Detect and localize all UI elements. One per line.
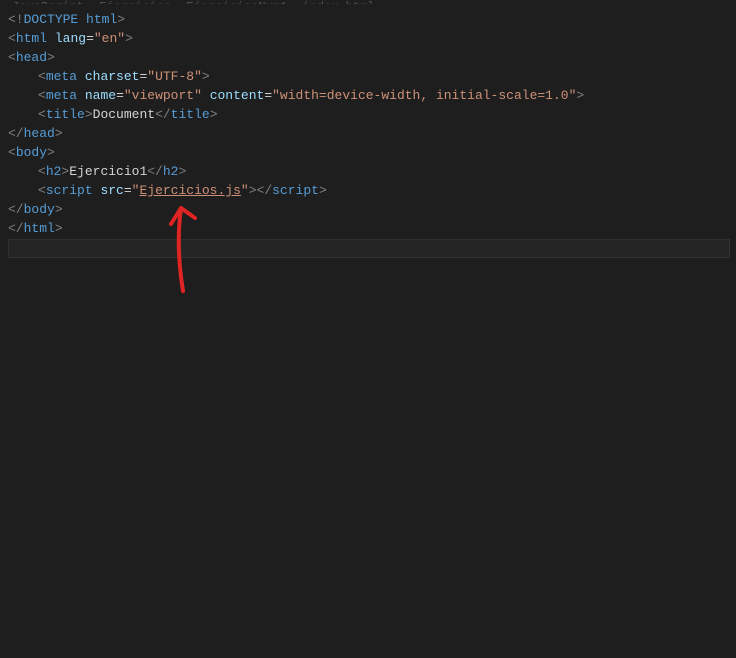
keyword: html bbox=[86, 12, 117, 27]
punct: < bbox=[38, 88, 46, 103]
tag: script bbox=[272, 183, 319, 198]
code-line[interactable]: </head> bbox=[8, 124, 736, 143]
code-line[interactable]: <html lang="en"> bbox=[8, 29, 736, 48]
code-line[interactable]: <meta charset="UTF-8"> bbox=[8, 67, 736, 86]
tag: html bbox=[24, 221, 55, 236]
eq: = bbox=[116, 88, 124, 103]
code-line[interactable]: </html> bbox=[8, 219, 736, 238]
code-line[interactable]: <body> bbox=[8, 143, 736, 162]
punct: < bbox=[38, 164, 46, 179]
punct: </ bbox=[8, 221, 24, 236]
code-line[interactable]: <title>Document</title> bbox=[8, 105, 736, 124]
punct: </ bbox=[147, 164, 163, 179]
attr: charset bbox=[85, 69, 140, 84]
tag: body bbox=[16, 145, 47, 160]
tag: head bbox=[24, 126, 55, 141]
attr: lang bbox=[55, 31, 86, 46]
punct: > bbox=[249, 183, 257, 198]
punct: < bbox=[38, 69, 46, 84]
tag: title bbox=[46, 107, 85, 122]
punct: > bbox=[202, 69, 210, 84]
string: "viewport" bbox=[124, 88, 202, 103]
space bbox=[78, 12, 86, 27]
tag: script bbox=[46, 183, 93, 198]
punct: > bbox=[319, 183, 327, 198]
string: "en" bbox=[94, 31, 125, 46]
attr: name bbox=[85, 88, 116, 103]
code-line[interactable]: <meta name="viewport" content="width=dev… bbox=[8, 86, 736, 105]
tag: body bbox=[24, 202, 55, 217]
breadcrumb-seg[interactable]: EjerciciosNum1 bbox=[186, 0, 287, 4]
code-line[interactable]: <!DOCTYPE html> bbox=[8, 10, 736, 29]
tag: html bbox=[16, 31, 47, 46]
punct: < bbox=[8, 31, 16, 46]
code-line[interactable]: <script src="Ejercicios.js"></script> bbox=[8, 181, 736, 200]
current-line-highlight[interactable] bbox=[8, 239, 730, 258]
text: Ejercicio1 bbox=[69, 164, 147, 179]
tag: h2 bbox=[163, 164, 179, 179]
punct: > bbox=[55, 221, 63, 236]
breadcrumb-seg[interactable]: Ejercicios bbox=[99, 0, 171, 4]
punct: > bbox=[117, 12, 125, 27]
punct: > bbox=[85, 107, 93, 122]
attr: src bbox=[100, 183, 123, 198]
breadcrumb-sep: › bbox=[291, 0, 298, 4]
link-string[interactable]: Ejercicios.js bbox=[139, 183, 240, 198]
string: "UTF-8" bbox=[147, 69, 202, 84]
text: Document bbox=[93, 107, 155, 122]
code-editor[interactable]: <!DOCTYPE html> <html lang="en"> <head> … bbox=[0, 4, 736, 258]
tag: meta bbox=[46, 69, 77, 84]
code-line[interactable]: <h2>Ejercicio1</h2> bbox=[8, 162, 736, 181]
punct: > bbox=[55, 202, 63, 217]
punct: </ bbox=[257, 183, 273, 198]
punct: < bbox=[38, 183, 46, 198]
breadcrumb-sep: › bbox=[88, 0, 95, 4]
tag: meta bbox=[46, 88, 77, 103]
punct: <! bbox=[8, 12, 24, 27]
breadcrumb-sep: › bbox=[378, 0, 385, 4]
breadcrumb-seg[interactable]: JavaScript bbox=[12, 0, 84, 4]
eq: = bbox=[264, 88, 272, 103]
punct: </ bbox=[8, 126, 24, 141]
breadcrumb-seg: ... bbox=[390, 0, 412, 4]
eq: = bbox=[86, 31, 94, 46]
breadcrumb-seg[interactable]: index.html bbox=[302, 0, 374, 4]
breadcrumb[interactable]: JavaScript › Ejercicios › EjerciciosNum1… bbox=[0, 0, 736, 4]
punct: < bbox=[38, 107, 46, 122]
punct: < bbox=[8, 145, 16, 160]
punct: </ bbox=[155, 107, 171, 122]
punct: > bbox=[47, 145, 55, 160]
string: "width=device-width, initial-scale=1.0" bbox=[272, 88, 576, 103]
tag: h2 bbox=[46, 164, 62, 179]
punct: > bbox=[210, 107, 218, 122]
code-line[interactable]: </body> bbox=[8, 200, 736, 219]
attr: content bbox=[210, 88, 265, 103]
eq: = bbox=[124, 183, 132, 198]
breadcrumb-sep: › bbox=[175, 0, 182, 4]
punct: < bbox=[8, 50, 16, 65]
code-line[interactable]: <head> bbox=[8, 48, 736, 67]
punct: > bbox=[47, 50, 55, 65]
tag: head bbox=[16, 50, 47, 65]
keyword: DOCTYPE bbox=[24, 12, 79, 27]
tag: title bbox=[171, 107, 210, 122]
punct: > bbox=[576, 88, 584, 103]
punct: > bbox=[178, 164, 186, 179]
string: " bbox=[241, 183, 249, 198]
punct: </ bbox=[8, 202, 24, 217]
punct: > bbox=[125, 31, 133, 46]
punct: > bbox=[55, 126, 63, 141]
